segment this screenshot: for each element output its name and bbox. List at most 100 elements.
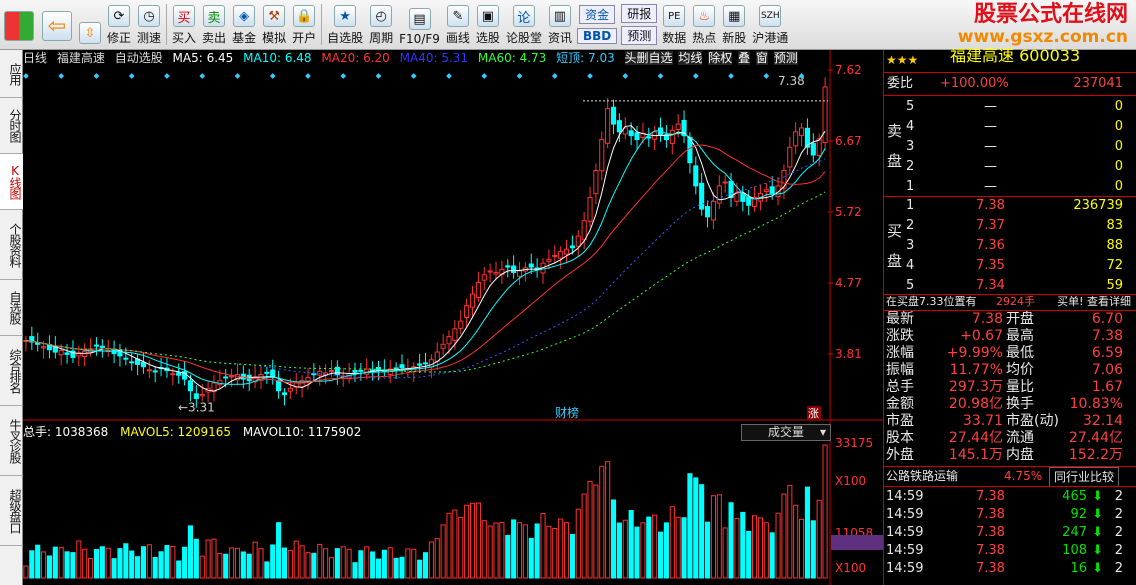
volume-bar xyxy=(710,495,716,579)
tab-apps[interactable]: 应用 xyxy=(0,50,23,98)
bid-row[interactable]: 5 7.34 59 xyxy=(884,276,1136,296)
toolbar-item-2[interactable]: 买买入 xyxy=(169,0,199,49)
volume-bar xyxy=(546,525,552,579)
toolbar-item-5[interactable]: ⚒ 模拟 xyxy=(259,0,289,49)
volume-bar xyxy=(305,552,311,579)
updown-button[interactable]: ⇳ xyxy=(76,0,104,49)
candle-body xyxy=(528,263,534,268)
candle-body xyxy=(487,270,493,273)
tick-row: 14:59 7.38 247 ⬇ 2 xyxy=(886,525,1123,540)
toolbar-item-0[interactable]: ⟳ 修正 xyxy=(104,0,134,49)
fund-button[interactable]: 资金 xyxy=(579,5,616,24)
divider xyxy=(884,486,1136,487)
ma40-line xyxy=(25,158,826,379)
divider xyxy=(884,95,1136,96)
volume-bar xyxy=(428,541,434,579)
bid-row[interactable]: 3 7.36 88 xyxy=(884,236,1136,256)
ask-row[interactable]: 3 — 0 xyxy=(884,137,1136,157)
candle-body xyxy=(746,197,752,206)
quote-row: 外盘 145.1万 内盘 152.2万 xyxy=(886,447,1123,463)
down-arrow-icon: ⬇ xyxy=(1092,507,1103,522)
tab-diagnosis[interactable]: 牛叉诊股 xyxy=(0,406,23,476)
volume-bar xyxy=(352,562,358,579)
pe-icon: PE xyxy=(663,5,686,27)
industry-name[interactable]: 公路铁路运输 xyxy=(886,467,958,485)
signal-diamond xyxy=(728,73,734,79)
volume-bar xyxy=(217,552,223,579)
tab-stock-info[interactable]: 个股资料 xyxy=(0,210,23,280)
volume-indicator-select[interactable]: 成交量 ▾ xyxy=(741,424,831,441)
candle-body xyxy=(505,265,511,268)
signal-diamond xyxy=(269,73,276,79)
candle-body xyxy=(223,376,229,379)
toolbar-item-14[interactable]: PE 数据 xyxy=(659,0,689,49)
volume-bar xyxy=(793,504,799,579)
toolbar-separator xyxy=(321,4,323,45)
kline-chart-area[interactable]: 日线 福建高速 自动选股 MA5: 6.45 MA10: 6.48 MA20: … xyxy=(23,50,883,585)
candle-body xyxy=(199,394,205,397)
volume-bar xyxy=(117,548,123,579)
tab-super-order[interactable]: 超级盘口 xyxy=(0,476,23,546)
candle-body xyxy=(610,106,617,125)
candle-body xyxy=(93,344,100,347)
candle-body xyxy=(176,372,182,376)
toolbar-item-9[interactable]: ▤ F10/F9 xyxy=(396,0,443,49)
volume-bar xyxy=(129,550,135,579)
candle-body xyxy=(511,265,517,273)
tab-intraday[interactable]: 分时图 xyxy=(0,98,23,154)
volume-bar xyxy=(663,522,669,579)
tab-watchlist[interactable]: 自选股 xyxy=(0,280,23,336)
candle-body xyxy=(716,185,722,204)
volume-bar xyxy=(452,509,458,579)
volume-bar xyxy=(740,511,746,579)
toolbar-item-1[interactable]: ◷ 测速 xyxy=(134,0,164,49)
candle-body xyxy=(146,369,152,372)
toolbar-item-8[interactable]: ◴ 周期 xyxy=(366,0,396,49)
candle-body xyxy=(129,361,135,364)
toolbar-item-15[interactable]: ♨ 热点 xyxy=(689,0,719,49)
candle-body xyxy=(287,387,293,392)
bbd-button[interactable]: BBD xyxy=(576,28,618,44)
forecast-button[interactable]: 预测 xyxy=(621,25,658,45)
volume-bar xyxy=(587,480,593,579)
rating-stars: ★★★ xyxy=(886,53,919,67)
toolbar: ⇦ ⇳ ⟳ 修正 ◷ 测速 买买入 卖卖出 ◈ 基金 ⚒ 模拟 🔒 开户 ★ 自选股 ◴ 周期… xyxy=(0,0,1136,50)
bid-row[interactable]: 4 7.35 72 xyxy=(884,256,1136,276)
volume-bar xyxy=(111,558,117,579)
industry-compare-button[interactable]: 同行业比较 xyxy=(1049,467,1120,487)
candle-body xyxy=(581,220,587,241)
volume-bar xyxy=(135,556,141,579)
candle-body xyxy=(569,245,575,249)
candle-body xyxy=(593,169,599,195)
toolbar-item-12[interactable]: 论论股堂 xyxy=(503,0,545,49)
toolbar-item-13[interactable]: ▥ 资讯 xyxy=(545,0,575,49)
toolbar-item-4[interactable]: ◈ 基金 xyxy=(229,0,259,49)
ask-row[interactable]: 2 — 0 xyxy=(884,157,1136,177)
ask-row[interactable]: 4 — 0 xyxy=(884,117,1136,137)
volume-bar xyxy=(593,484,599,579)
bid-row[interactable]: 2 7.37 83 xyxy=(884,216,1136,236)
ask-row[interactable]: 1 — 0 xyxy=(884,177,1136,197)
toolbar-item-17[interactable]: SZH 沪港通 xyxy=(749,0,791,49)
toolbar-item-16[interactable]: ▦ 新股 xyxy=(719,0,749,49)
volume-bar xyxy=(657,531,664,579)
kline-svg[interactable]: 7.626.675.724.773.8133175X100110587791X1… xyxy=(23,50,883,585)
toolbar-item-7[interactable]: ★ 自选股 xyxy=(324,0,366,49)
toolbar-item-10[interactable]: ✎ 画线 xyxy=(443,0,473,49)
toolbar-item-6[interactable]: 🔒 开户 xyxy=(289,0,319,49)
logo-button[interactable] xyxy=(0,0,38,49)
volume-bar xyxy=(534,523,540,579)
research-button[interactable]: 研报 xyxy=(621,4,658,24)
signal-diamond xyxy=(657,73,664,79)
volume-bar xyxy=(763,522,769,579)
back-button[interactable]: ⇦ xyxy=(38,0,76,49)
candle-body xyxy=(328,370,335,373)
quote-row: 金额 20.98亿 换手 10.83% xyxy=(886,396,1123,412)
bid-row[interactable]: 1 7.38 236739 xyxy=(884,196,1136,216)
tab-ranking[interactable]: 综合排名 xyxy=(0,336,23,406)
toolbar-item-3[interactable]: 卖卖出 xyxy=(199,0,229,49)
tab-kline[interactable]: K线图 xyxy=(0,154,23,210)
toolbar-item-11[interactable]: ▣ 选股 xyxy=(473,0,503,49)
big-order-notice[interactable]: 在买盘7.33位置有 2924手 买单! 查看详细 xyxy=(884,294,1136,310)
ask-row[interactable]: 5 — 0 xyxy=(884,97,1136,117)
